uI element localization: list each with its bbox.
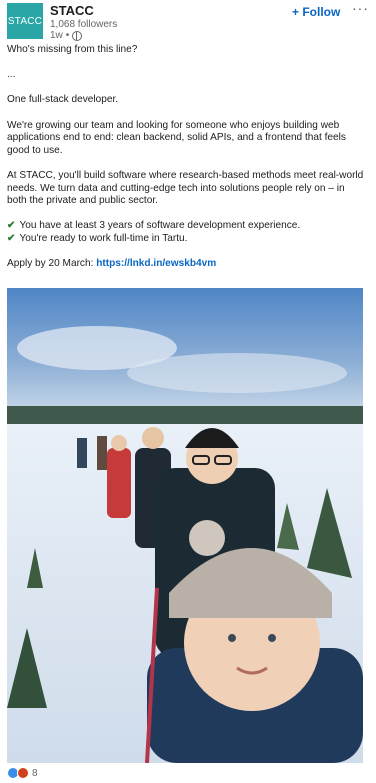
check-icon: ✔ <box>7 232 16 244</box>
follower-count: 1,068 followers <box>50 19 118 30</box>
logo-text: STACC <box>7 15 43 27</box>
post-line: One full-stack developer. <box>7 94 119 106</box>
post-line: ... <box>7 69 16 81</box>
post-header: STACC STACC 1,068 followers 1w • + Follo… <box>7 0 369 41</box>
apply-line: Apply by 20 March: https://lnkd.in/ewskb… <box>7 258 367 271</box>
follow-button[interactable]: + Follow <box>292 5 340 19</box>
post-meta: 1w • <box>50 30 83 41</box>
hiking-group-photo <box>7 288 363 763</box>
reaction-count: 8 <box>32 767 38 779</box>
post-line: Who's missing from this line? <box>7 44 138 55</box>
check-icon: ✔ <box>7 220 16 232</box>
globe-icon <box>72 30 83 41</box>
company-logo[interactable]: STACC <box>7 3 43 39</box>
check-item: ✔ You have at least 3 years of software d… <box>7 220 367 233</box>
apply-text: Apply by 20 March: <box>7 258 97 270</box>
check-text: You're ready to work full-time in Tartu. <box>19 232 188 244</box>
post-image[interactable] <box>7 288 363 763</box>
celebrate-reaction-icon <box>17 767 29 779</box>
post-time: 1w <box>50 30 63 41</box>
reactions-bar[interactable]: 8 <box>7 767 38 779</box>
check-text: You have at least 3 years of software de… <box>19 220 301 232</box>
more-options-icon[interactable]: ··· <box>352 0 369 16</box>
post-body: Who's missing from this line? ... One fu… <box>7 44 367 271</box>
linkedin-post: STACC STACC 1,068 followers 1w • + Follo… <box>0 0 376 783</box>
post-line: We're growing our team and looking for s… <box>7 119 346 156</box>
post-line: At STACC, you'll build software where re… <box>7 169 364 207</box>
apply-link[interactable]: https://lnkd.in/ewskb4vm <box>96 258 216 269</box>
company-name[interactable]: STACC <box>50 3 94 18</box>
check-item: ✔ You're ready to work full-time in Tartu… <box>7 233 367 246</box>
separator-dot: • <box>65 30 70 41</box>
